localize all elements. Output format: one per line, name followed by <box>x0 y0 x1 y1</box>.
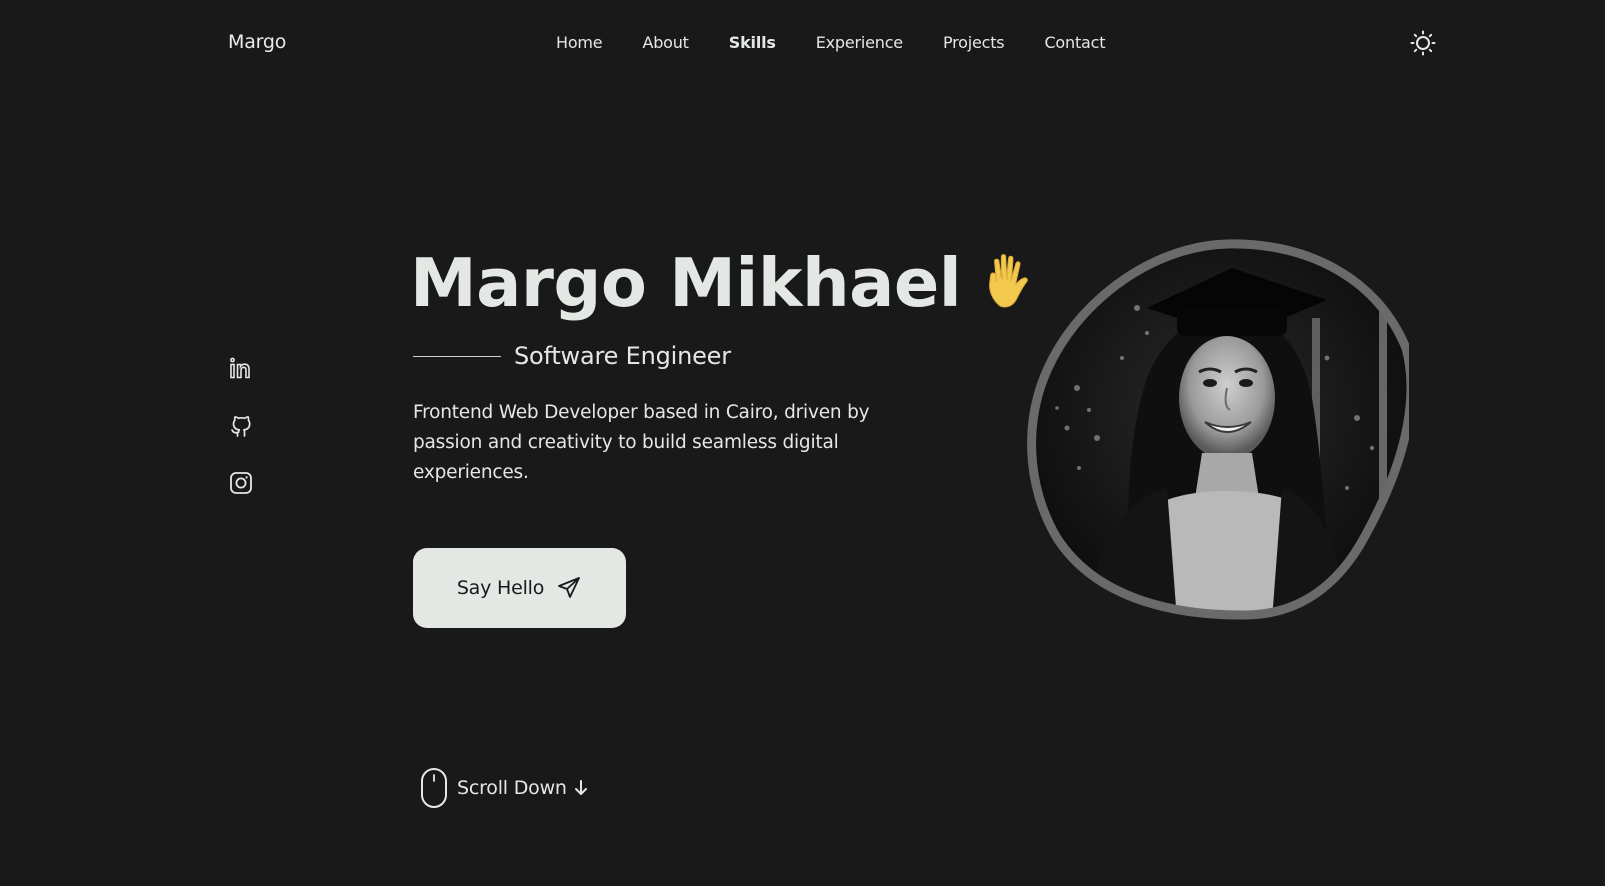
nav-home[interactable]: Home <box>556 33 603 52</box>
social-links <box>228 356 254 527</box>
nav-about[interactable]: About <box>642 33 689 52</box>
profile-photo <box>1027 239 1409 620</box>
site-logo[interactable]: Margo <box>228 31 286 53</box>
subtitle-divider <box>413 355 501 357</box>
hero-name: Margo Mikhael <box>410 244 962 322</box>
nav-experience[interactable]: Experience <box>816 33 903 52</box>
github-icon[interactable] <box>228 413 254 439</box>
arrow-down-icon <box>574 780 587 795</box>
nav-contact[interactable]: Contact <box>1044 33 1105 52</box>
subtitle-row: Software Engineer <box>413 342 731 370</box>
site-header: Margo Home About Skills Experience Proje… <box>0 0 1605 88</box>
sun-icon[interactable] <box>1410 30 1436 56</box>
hero-description: Frontend Web Developer based in Cairo, d… <box>413 402 870 483</box>
say-hello-button[interactable]: Say Hello <box>413 548 626 628</box>
scroll-down-label: Scroll Down <box>457 777 567 799</box>
nav-projects[interactable]: Projects <box>943 33 1005 52</box>
instagram-icon[interactable] <box>228 470 254 496</box>
send-icon <box>558 577 581 598</box>
mouse-icon <box>421 768 447 808</box>
scroll-down-link[interactable]: Scroll Down <box>419 767 589 809</box>
hero-subtitle: Software Engineer <box>514 342 731 370</box>
hero-title: Margo Mikhael <box>410 238 1043 328</box>
main-nav: Home About Skills Experience Projects Co… <box>556 33 1105 52</box>
linkedin-icon[interactable] <box>228 356 254 382</box>
nav-skills[interactable]: Skills <box>729 33 776 52</box>
say-hello-label: Say Hello <box>456 577 545 599</box>
